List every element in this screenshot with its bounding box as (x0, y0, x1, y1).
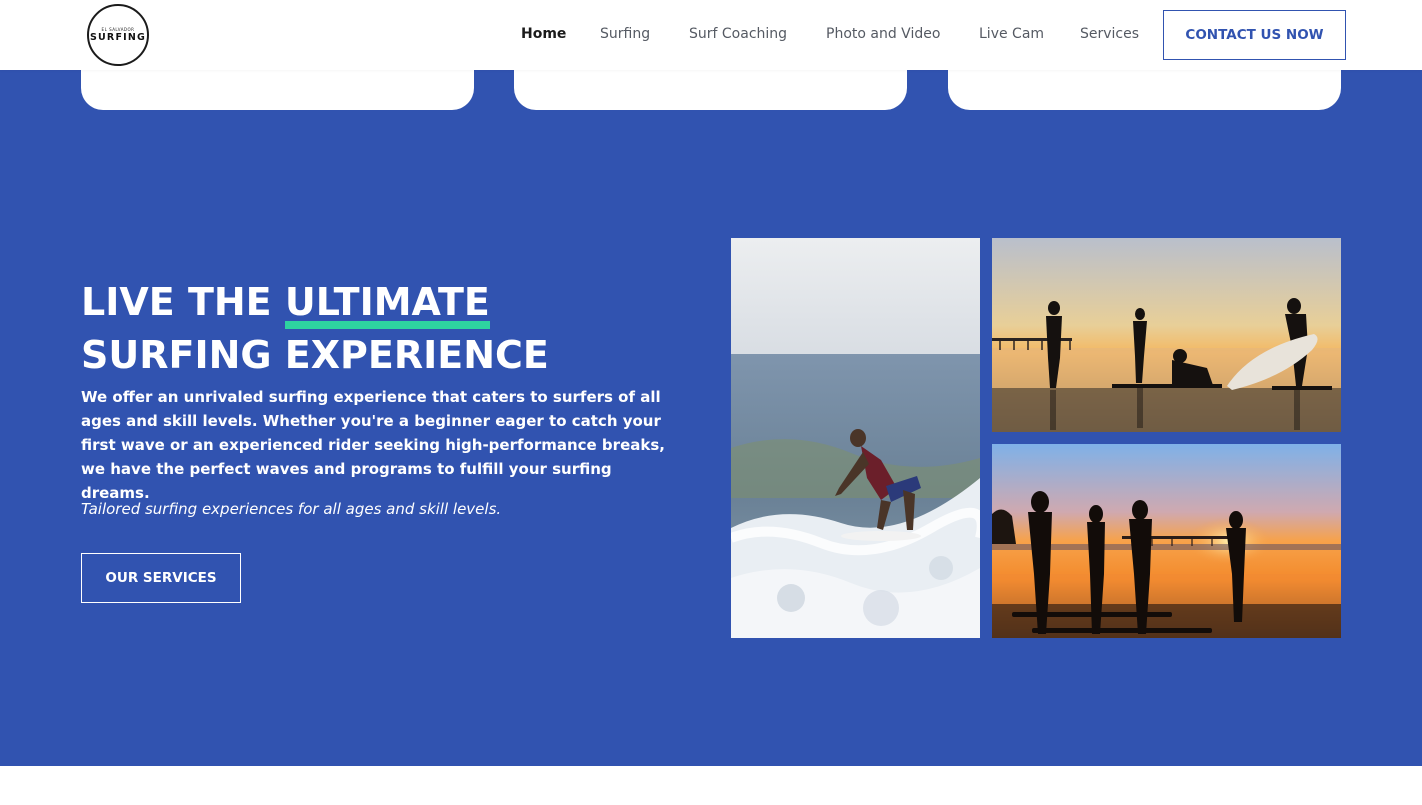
site-header: EL SALVADOR SURFING Home Surfing Surf Co… (0, 0, 1422, 70)
nav-surf-coaching[interactable]: Surf Coaching (689, 24, 787, 44)
contact-us-button[interactable]: CONTACT US NOW (1163, 10, 1346, 60)
headline-text: LIVE THE (81, 280, 285, 324)
headline-line-2: SURFING EXPERIENCE (81, 333, 549, 377)
nav-photo-and-video[interactable]: Photo and Video (826, 24, 940, 44)
nav-home[interactable]: Home (521, 24, 566, 44)
sunset-beach-photo (992, 238, 1341, 432)
nav-services[interactable]: Services (1080, 24, 1139, 44)
logo[interactable]: EL SALVADOR SURFING (87, 4, 149, 66)
hero-tagline: Tailored surfing experiences for all age… (81, 500, 502, 518)
group-sunset-photo (992, 444, 1341, 638)
surfer-wave-photo (731, 238, 980, 638)
nav-live-cam[interactable]: Live Cam (979, 24, 1044, 44)
our-services-button[interactable]: OUR SERVICES (81, 553, 241, 603)
logo-text: SURFING (89, 32, 147, 43)
headline-highlight: ULTIMATE (284, 276, 490, 329)
hero-headline: LIVE THE ULTIMATE SURFING EXPERIENCE (81, 276, 549, 382)
nav-surfing[interactable]: Surfing (600, 24, 650, 44)
hero-description: We offer an unrivaled surfing experience… (81, 388, 665, 502)
